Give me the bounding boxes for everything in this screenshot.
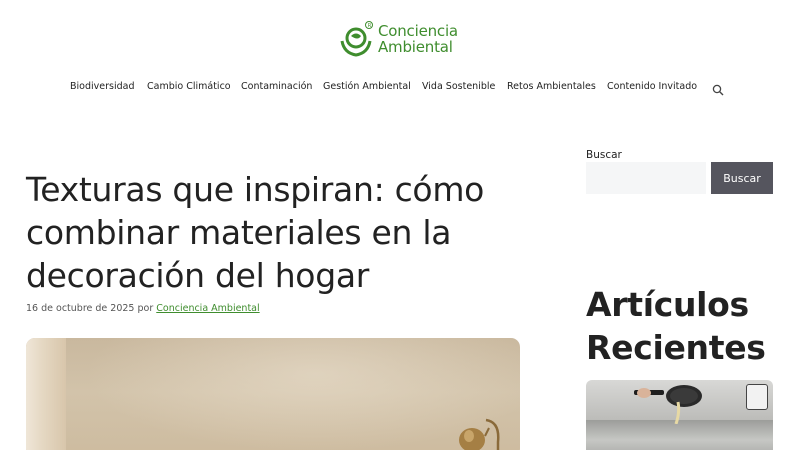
nav-item-cambio-climatico[interactable]: Cambio Climático <box>147 80 231 94</box>
article-title: Texturas que inspiran: cómo combinar mat… <box>26 170 485 295</box>
search-input[interactable] <box>586 162 706 194</box>
nav-item-vida-sostenible[interactable]: Vida Sostenible <box>422 80 495 94</box>
nav-item-retos-ambientales[interactable]: Retos Ambientales <box>507 80 596 94</box>
article-by: por <box>137 303 154 314</box>
nav-item-contaminacion[interactable]: Contaminación <box>241 80 312 94</box>
article-date: 16 de octubre de 2025 <box>26 303 135 314</box>
frying-pan-icon <box>634 385 702 424</box>
nav-item-contenido-invitado[interactable]: Contenido Invitado <box>607 80 697 94</box>
site-logo[interactable]: R Conciencia Ambiental <box>339 17 464 61</box>
article-author-link[interactable]: Conciencia Ambiental <box>156 303 259 314</box>
brass-lamp-icon <box>459 418 500 450</box>
svg-text:R: R <box>368 23 372 29</box>
main-navigation: Biodiversidad Cambio Climático Contamina… <box>0 80 800 94</box>
logo-hands-globe-icon: R <box>339 19 375 59</box>
recent-article-thumbnail[interactable] <box>586 380 773 450</box>
nav-item-biodiversidad[interactable]: Biodiversidad <box>70 80 134 94</box>
search-label: Buscar <box>586 149 622 161</box>
sink-shape <box>586 420 773 450</box>
logo-line-2: Ambiental <box>378 38 453 56</box>
nav-item-gestion-ambiental[interactable]: Gestión Ambiental <box>323 80 411 94</box>
search-button[interactable]: Buscar <box>711 162 773 194</box>
recent-articles-heading: Artículos Recientes <box>586 285 766 367</box>
curtain-shape <box>26 338 66 450</box>
search-icon[interactable] <box>712 81 724 96</box>
article-meta: 16 de octubre de 2025 por Conciencia Amb… <box>26 302 260 316</box>
logo-badge-icon <box>746 384 768 410</box>
article-featured-image <box>26 338 520 450</box>
logo-line-1: Conciencia <box>378 22 458 40</box>
logo-wordmark: Conciencia Ambiental <box>378 23 458 55</box>
